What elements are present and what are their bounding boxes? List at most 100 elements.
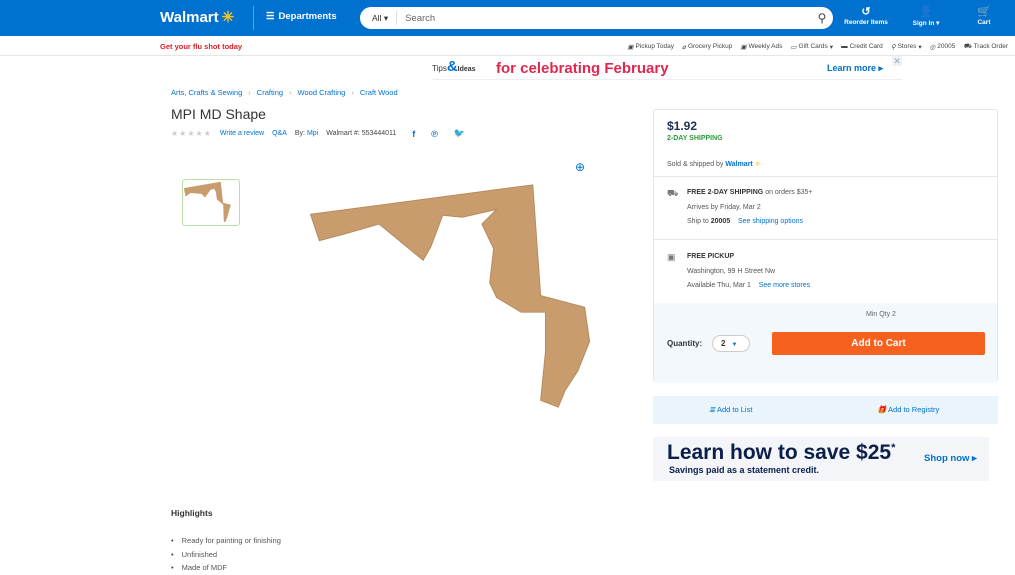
chevron-down-icon: ▼: [731, 342, 738, 348]
top-header: Walmart ✳ ☰ Departments All ▾ Search ⚲ ↺ Re…: [0, 0, 1015, 36]
reorder-items-button[interactable]: ↺ Reorder Items: [836, 5, 896, 26]
two-day-shipping-badge: 2-DAY SHIPPING: [667, 135, 723, 142]
link-label: Track Order: [973, 43, 1008, 50]
highlight-item: Ready for painting or finishing: [171, 534, 281, 548]
highlights-list: Ready for painting or finishing Unfinish…: [171, 534, 281, 575]
track-order-link[interactable]: ⛟ Track Order: [963, 42, 1008, 51]
add-to-cart-button[interactable]: Add to Cart: [772, 332, 985, 355]
breadcrumb-item[interactable]: Crafting: [257, 88, 283, 97]
promo-headline-text: Learn how to save $25: [667, 441, 892, 464]
breadcrumb-item[interactable]: Craft Wood: [360, 88, 398, 97]
product-image: [309, 184, 591, 408]
shipping-info: FREE 2-DAY SHIPPING on orders $35+ Arriv…: [687, 186, 813, 230]
signin-label: Sign In: [912, 20, 935, 27]
quantity-value: 2: [721, 339, 726, 348]
chevron-right-icon: ›: [351, 88, 354, 97]
user-icon: 👤: [919, 6, 933, 18]
gift-cards-link[interactable]: ▭ Gift Cards ▾: [790, 42, 833, 51]
brand-link[interactable]: Mpi: [307, 130, 318, 137]
chevron-right-icon: ›: [248, 88, 251, 97]
shipping-options-link[interactable]: See shipping options: [738, 218, 803, 225]
learn-more-link[interactable]: Learn more ▸: [827, 63, 883, 74]
zip-link[interactable]: ◎ 20005: [930, 42, 956, 51]
seller-link[interactable]: Walmart: [725, 161, 752, 168]
qa-link[interactable]: Q&A: [272, 130, 287, 137]
more-stores-link[interactable]: See more stores: [759, 282, 810, 289]
breadcrumb-item[interactable]: Arts, Crafts & Sewing: [171, 88, 242, 97]
link-label: Credit Card: [849, 43, 883, 50]
gift-icon: 🎁: [877, 405, 887, 414]
search-icon[interactable]: ⚲: [811, 11, 833, 25]
search-bar: All ▾ Search ⚲: [360, 7, 833, 29]
add-to-list-button[interactable]: ≣ Add to List: [709, 405, 752, 414]
truck-icon: ⛟: [667, 188, 679, 198]
spark-icon: ✳: [221, 9, 235, 26]
arrival-date: Arrives by Friday, Mar 2: [687, 203, 761, 211]
weekly-ads-link[interactable]: ▣ Weekly Ads: [740, 42, 782, 51]
stores-link[interactable]: ⚲ Stores ▾: [891, 42, 922, 51]
amp-text: &: [446, 58, 458, 75]
link-label: Gift Cards: [798, 43, 828, 50]
rating-stars[interactable]: ★★★★★: [171, 129, 212, 138]
shipping-title: FREE 2-DAY SHIPPING: [687, 189, 764, 196]
chevron-right-icon: ›: [289, 88, 292, 97]
utility-links: ▣ Pickup Today ⌀ Grocery Pickup ▣ Weekly Ad…: [627, 42, 1008, 51]
promo-asterisk: *: [891, 442, 896, 454]
sign-in-button[interactable]: 👤 Sign In ▾: [896, 5, 956, 27]
pickup-info: FREE PICKUP Washington, 99 H Street Nw A…: [687, 250, 810, 294]
store-icon: ▣: [667, 252, 676, 262]
flu-shot-link[interactable]: Get your flu shot today: [160, 42, 242, 51]
search-input[interactable]: Search: [397, 13, 811, 24]
reorder-icon: ↺: [861, 6, 871, 18]
tips-ideas-banner[interactable]: Tips&Ideas for celebrating February Lear…: [432, 56, 902, 80]
tips-text: Tips: [432, 64, 447, 73]
cart-button[interactable]: 🛒 Cart: [954, 5, 1014, 26]
ship-zip: 20005: [710, 218, 731, 225]
divider: [654, 239, 997, 240]
highlights-title: Highlights: [171, 508, 213, 518]
ad-icon: ▣: [740, 43, 747, 51]
min-qty: Min Qty 2: [866, 311, 896, 318]
quantity-label: Quantity:: [667, 339, 703, 348]
quantity-section: Min Qty 2 Quantity: 2 ▼ Add to Cart: [654, 303, 997, 383]
product-meta: ★★★★★ Write a review Q&A By: Mpi Walmart…: [171, 128, 465, 139]
link-label: Pickup Today: [635, 43, 675, 50]
walmart-logo[interactable]: Walmart ✳: [160, 8, 235, 27]
spark-icon: ✳: [754, 161, 761, 168]
ship-to-row: Ship to 20005 See shipping options: [687, 215, 813, 230]
pickup-today-link[interactable]: ▣ Pickup Today: [627, 42, 674, 51]
close-icon[interactable]: ✕: [892, 56, 902, 66]
pickup-title: FREE PICKUP: [687, 253, 735, 260]
shop-now-link[interactable]: Shop now ▸: [924, 453, 977, 464]
buy-box: $1.92 2-DAY SHIPPING Sold & shipped by W…: [653, 109, 998, 383]
credit-card-icon: ▬: [841, 43, 848, 50]
departments-button[interactable]: ☰ Departments: [266, 11, 337, 22]
ship-to-label: Ship to: [687, 218, 709, 225]
cart-icon: 🛒: [977, 6, 991, 18]
twitter-icon[interactable]: 🐦: [454, 128, 465, 139]
grocery-pickup-link[interactable]: ⌀ Grocery Pickup: [682, 42, 732, 51]
tips-ideas-logo: Tips&Ideas: [432, 58, 476, 75]
write-review-link[interactable]: Write a review: [220, 130, 264, 137]
sub-header: Get your flu shot today ▣ Pickup Today ⌀ G…: [0, 36, 1015, 56]
facebook-icon[interactable]: f: [412, 129, 415, 139]
gift-card-icon: ▭: [790, 43, 797, 51]
grocery-icon: ⌀: [682, 43, 686, 51]
search-scope-dropdown[interactable]: All ▾: [360, 11, 398, 25]
credit-card-promo[interactable]: Learn how to save $25* Savings paid as a…: [653, 437, 989, 481]
breadcrumb: Arts, Crafts & Sewing › Crafting › Wood Cr…: [171, 88, 398, 97]
store-icon: ▣: [627, 43, 634, 51]
thumbnail-image: [183, 181, 231, 223]
zoom-in-icon[interactable]: ⊕: [575, 160, 585, 174]
breadcrumb-item[interactable]: Wood Crafting: [298, 88, 346, 97]
quantity-select[interactable]: 2 ▼: [712, 335, 750, 352]
product-thumbnail[interactable]: [182, 179, 240, 226]
add-to-registry-button[interactable]: 🎁 Add to Registry: [877, 405, 939, 414]
list-registry-bar: ≣ Add to List 🎁 Add to Registry: [653, 396, 998, 424]
product-title: MPI MD Shape: [171, 106, 266, 122]
add-to-registry-label: Add to Registry: [888, 405, 940, 414]
price: $1.92: [667, 119, 698, 133]
divider: [654, 176, 997, 177]
pinterest-icon[interactable]: ℗: [431, 129, 438, 139]
credit-card-link[interactable]: ▬ Credit Card: [841, 42, 883, 51]
